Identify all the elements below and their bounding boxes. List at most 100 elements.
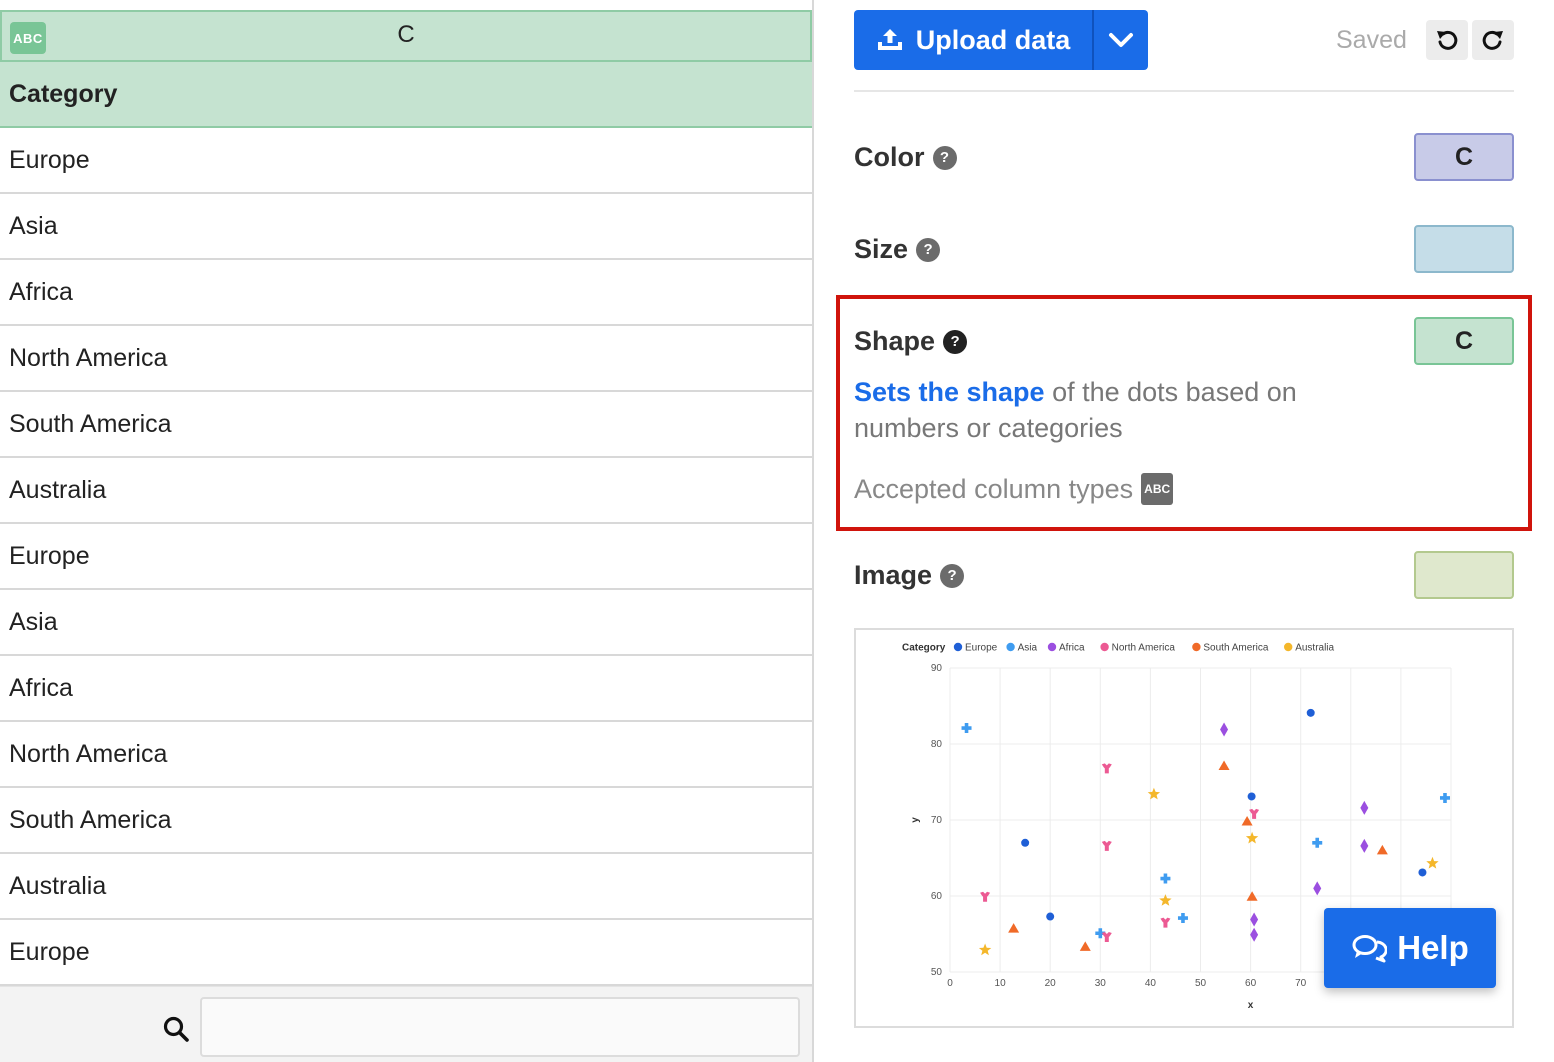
table-row[interactable]: Australia bbox=[0, 854, 812, 920]
y-tick-label: 80 bbox=[931, 739, 943, 750]
table-row[interactable]: Asia bbox=[0, 194, 812, 260]
legend-swatch bbox=[1047, 642, 1057, 652]
accepted-column-types: Accepted column types ABC bbox=[854, 473, 1174, 505]
toolbar-divider bbox=[854, 90, 1514, 92]
table-row[interactable]: Europe bbox=[0, 920, 812, 986]
table-row[interactable]: Australia bbox=[0, 458, 812, 524]
shape-description-link[interactable]: Sets the shape bbox=[854, 377, 1045, 407]
data-point-europe bbox=[1306, 708, 1315, 717]
upload-options-button[interactable] bbox=[1094, 10, 1148, 70]
column-letter: C bbox=[397, 21, 415, 48]
legend-title: Category bbox=[902, 643, 946, 654]
legend-label: Europe bbox=[965, 643, 998, 654]
shape-label-text: Shape bbox=[854, 326, 936, 356]
column-header-c[interactable]: ABC C bbox=[0, 10, 812, 62]
data-point-asia bbox=[1312, 837, 1323, 848]
color-binding-label: Color ? bbox=[854, 142, 957, 173]
data-point-asia bbox=[1160, 873, 1171, 884]
y-tick-label: 60 bbox=[931, 891, 943, 902]
legend-label: Africa bbox=[1059, 643, 1085, 654]
search-input[interactable] bbox=[200, 997, 800, 1057]
shape-binding-label: Shape ? bbox=[854, 326, 968, 357]
redo-button[interactable] bbox=[1472, 20, 1514, 60]
legend-swatch bbox=[1100, 642, 1109, 652]
data-point-africa bbox=[1360, 800, 1369, 815]
image-binding-slot[interactable] bbox=[1414, 551, 1514, 599]
undo-icon bbox=[1437, 30, 1458, 50]
data-point-asia bbox=[961, 723, 972, 734]
size-binding-label: Size ? bbox=[854, 234, 941, 265]
data-point-europe bbox=[1046, 912, 1055, 921]
data-point-africa bbox=[1360, 838, 1369, 853]
question-icon[interactable]: ? bbox=[932, 145, 957, 170]
data-point-south-america bbox=[1376, 844, 1388, 855]
image-label-text: Image bbox=[854, 560, 933, 590]
image-binding-label: Image ? bbox=[854, 560, 965, 591]
data-point-north-america bbox=[1101, 763, 1112, 774]
table-row[interactable]: Africa bbox=[0, 656, 812, 722]
search-icon bbox=[163, 1016, 189, 1042]
upload-data-button[interactable]: Upload data bbox=[854, 10, 1094, 70]
table-row[interactable]: Europe bbox=[0, 524, 812, 590]
table-row[interactable]: Asia bbox=[0, 590, 812, 656]
data-point-asia bbox=[1439, 792, 1450, 803]
question-icon[interactable]: ? bbox=[940, 563, 965, 588]
table-row[interactable]: South America bbox=[0, 392, 812, 458]
size-binding-slot[interactable] bbox=[1414, 225, 1514, 273]
table-row[interactable]: North America bbox=[0, 722, 812, 788]
saved-status: Saved bbox=[1336, 26, 1407, 54]
table-row[interactable]: Africa bbox=[0, 260, 812, 326]
legend-swatch bbox=[1192, 642, 1201, 652]
x-tick-label: 50 bbox=[1195, 978, 1207, 989]
table-row[interactable]: North America bbox=[0, 326, 812, 392]
x-axis-label: x bbox=[1248, 1000, 1254, 1011]
x-tick-label: 20 bbox=[1045, 978, 1057, 989]
bindings-panel: Upload data Saved Color ? C Size ? Shape… bbox=[816, 0, 1554, 1062]
y-tick-label: 70 bbox=[931, 815, 943, 826]
color-binding-slot[interactable]: C bbox=[1414, 133, 1514, 181]
x-tick-label: 40 bbox=[1145, 978, 1157, 989]
data-point-north-america bbox=[1160, 917, 1171, 928]
x-tick-label: 10 bbox=[995, 978, 1007, 989]
help-button[interactable]: Help bbox=[1324, 908, 1496, 988]
y-tick-label: 50 bbox=[931, 967, 943, 978]
question-icon[interactable]: ? bbox=[916, 237, 941, 262]
upload-icon bbox=[877, 29, 902, 50]
color-label-text: Color bbox=[854, 142, 925, 172]
data-point-asia bbox=[1177, 913, 1188, 924]
x-tick-label: 70 bbox=[1295, 978, 1307, 989]
data-point-africa bbox=[1313, 881, 1322, 896]
data-point-australia bbox=[1245, 831, 1259, 844]
data-point-australia bbox=[1147, 787, 1161, 800]
grid-rows: Europe Asia Africa North America South Ameri… bbox=[0, 128, 812, 986]
data-point-north-america bbox=[1101, 840, 1112, 851]
table-row[interactable]: South America bbox=[0, 788, 812, 854]
x-tick-label: 60 bbox=[1245, 978, 1257, 989]
data-point-europe bbox=[1418, 868, 1427, 877]
data-point-north-america bbox=[1101, 932, 1112, 943]
upload-data-button-group: Upload data bbox=[854, 10, 1148, 70]
text-type-icon: ABC bbox=[1141, 473, 1174, 505]
x-tick-label: 0 bbox=[947, 978, 953, 989]
data-point-africa bbox=[1250, 912, 1259, 927]
y-tick-label: 90 bbox=[931, 663, 943, 674]
accepted-types-label: Accepted column types bbox=[854, 473, 1134, 504]
data-point-australia bbox=[1426, 856, 1439, 869]
legend-swatch bbox=[1006, 642, 1015, 652]
table-row[interactable]: Europe bbox=[0, 128, 812, 194]
category-header-cell[interactable]: Category bbox=[0, 62, 812, 128]
question-icon[interactable]: ? bbox=[943, 329, 968, 354]
data-point-europe bbox=[1247, 792, 1256, 801]
chat-bubbles-icon bbox=[1352, 935, 1388, 963]
upload-data-label: Upload data bbox=[915, 24, 1071, 55]
legend-label: South America bbox=[1203, 643, 1268, 654]
data-point-south-america bbox=[1079, 941, 1091, 951]
data-point-europe bbox=[1021, 838, 1030, 847]
data-point-north-america bbox=[980, 891, 991, 902]
help-label: Help bbox=[1397, 929, 1469, 966]
x-tick-label: 30 bbox=[1095, 978, 1107, 989]
chevron-down-icon bbox=[1109, 33, 1133, 47]
shape-description: Sets the shape of the dots based on numb… bbox=[854, 374, 1374, 446]
shape-binding-slot[interactable]: C bbox=[1414, 317, 1514, 365]
undo-button[interactable] bbox=[1426, 20, 1468, 60]
